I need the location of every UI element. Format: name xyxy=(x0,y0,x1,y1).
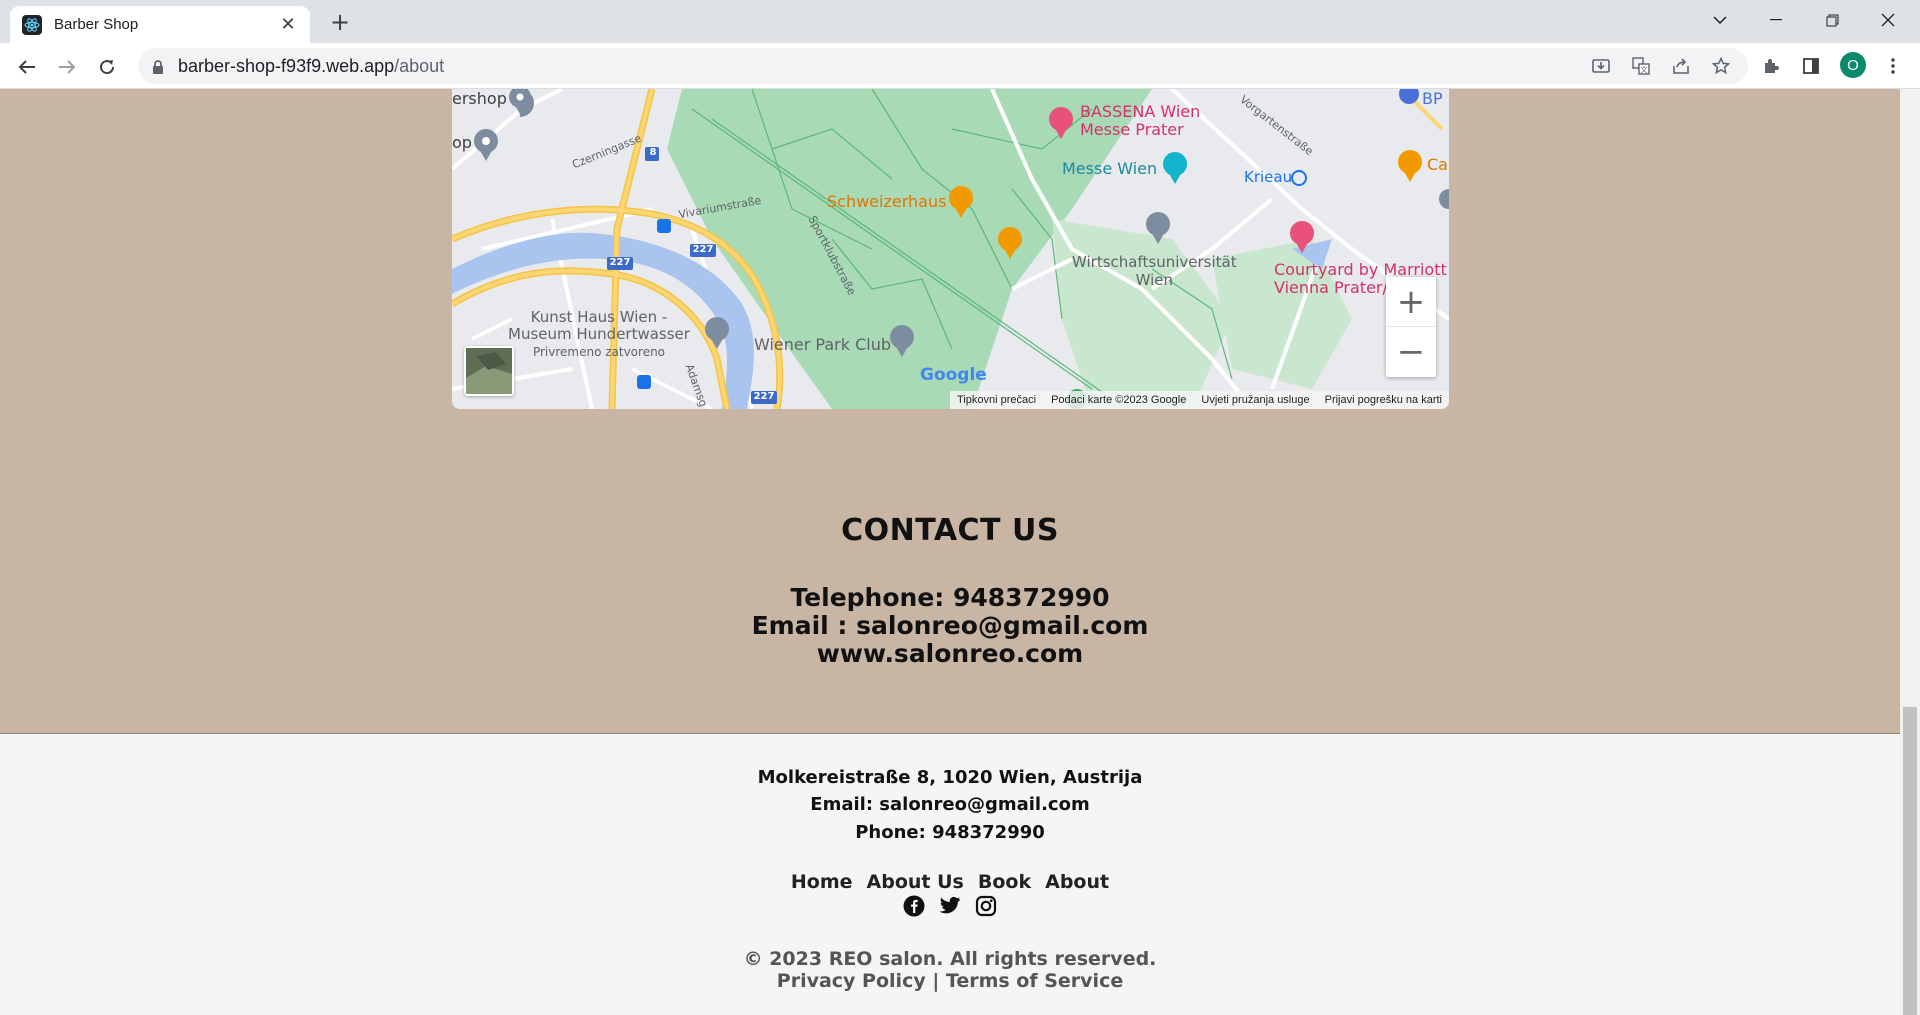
contact-section: ershop op BASSENA Wien Messe Prater Messe… xyxy=(0,89,1900,734)
map-label: Ca xyxy=(1427,155,1448,174)
restore-icon[interactable] xyxy=(1804,0,1860,40)
address-bar[interactable]: barber-shop-f93f9.web.app/about xyxy=(138,48,1748,84)
side-panel-icon[interactable] xyxy=(1798,53,1824,79)
satellite-toggle-button[interactable] xyxy=(464,346,514,396)
map-label: BP xyxy=(1422,89,1443,108)
footer-address: Molkereistraße 8, 1020 Wien, Austrija xyxy=(757,767,1143,788)
contact-email: Email : salonreo@gmail.com xyxy=(751,611,1149,640)
browser-toolbar: barber-shop-f93f9.web.app/about 文 xyxy=(0,43,1920,89)
map-label: 227 xyxy=(609,257,631,268)
bookmark-star-icon[interactable] xyxy=(1708,53,1734,79)
footer-link-book[interactable]: Book xyxy=(978,871,1031,893)
tab-title: Barber Shop xyxy=(54,16,139,33)
map-label: op xyxy=(452,133,472,152)
map-label: Sportklubstraße xyxy=(805,213,859,298)
forward-icon[interactable] xyxy=(52,52,82,82)
minimize-icon[interactable] xyxy=(1748,0,1804,40)
keyboard-shortcuts-link[interactable]: Tipkovni prečaci xyxy=(957,394,1036,406)
svg-text:文: 文 xyxy=(1641,65,1648,74)
twitter-icon[interactable] xyxy=(939,895,961,917)
scrollbar-thumb[interactable] xyxy=(1903,707,1917,1015)
map-label: Vorgartenstraße xyxy=(1237,92,1316,159)
tab-search-icon[interactable] xyxy=(1692,0,1748,40)
footer-phone: Phone: 948372990 xyxy=(855,822,1045,843)
share-icon[interactable] xyxy=(1668,53,1694,79)
react-icon xyxy=(22,14,42,35)
footer-social xyxy=(0,895,1900,917)
footer-link-about-us[interactable]: About Us xyxy=(867,871,964,893)
map-labels: ershop op BASSENA Wien Messe Prater Messe… xyxy=(452,89,1449,409)
map-label-bassena: BASSENA Wien Messe Prater xyxy=(1080,102,1201,139)
map-label: 227 xyxy=(753,391,775,402)
lock-icon[interactable] xyxy=(152,59,166,74)
map-label-schweizerhaus: Schweizerhaus xyxy=(827,192,947,211)
footer-link-about[interactable]: About xyxy=(1045,871,1109,893)
footer-link-home[interactable]: Home xyxy=(791,871,853,893)
map-data-text: Podaci karte ©2023 Google xyxy=(1051,394,1187,406)
close-window-icon[interactable] xyxy=(1860,0,1916,40)
instagram-icon[interactable] xyxy=(975,895,997,917)
map-label: 8 xyxy=(649,147,657,158)
page-viewport: ershop op BASSENA Wien Messe Prater Messe… xyxy=(0,89,1900,1015)
google-logo: Google xyxy=(920,365,987,385)
report-error-link[interactable]: Prijavi pogrešku na karti xyxy=(1325,394,1442,406)
zoom-control: + − xyxy=(1386,277,1436,377)
google-map[interactable]: ershop op BASSENA Wien Messe Prater Messe… xyxy=(452,89,1449,409)
back-icon[interactable] xyxy=(12,52,42,82)
footer-nav: Home About Us Book About xyxy=(0,871,1900,893)
map-label-wu: Wirtschaftsuniversität Wien xyxy=(1072,253,1237,289)
map-label: Adamsg xyxy=(682,362,710,409)
zoom-out-button[interactable]: − xyxy=(1386,327,1436,377)
reload-icon[interactable] xyxy=(92,52,122,82)
map-attribution: Tipkovni prečaci Podaci karte ©2023 Goog… xyxy=(949,391,1449,409)
map-label: 227 xyxy=(692,244,714,255)
facebook-icon[interactable] xyxy=(903,895,925,917)
zoom-in-button[interactable]: + xyxy=(1386,277,1436,327)
terms-link[interactable]: Uvjeti pružanja usluge xyxy=(1201,394,1309,406)
footer-copyright: © 2023 REO salon. All rights reserved. xyxy=(743,948,1157,970)
install-icon[interactable] xyxy=(1588,53,1614,79)
map-label-krieau: Krieau xyxy=(1244,168,1293,186)
contact-telephone: Telephone: 948372990 xyxy=(790,583,1110,612)
translate-icon[interactable]: 文 xyxy=(1628,53,1654,79)
new-tab-icon[interactable]: + xyxy=(325,8,355,36)
map-label-parkclub: Wiener Park Club xyxy=(754,335,891,354)
profile-avatar[interactable]: O xyxy=(1840,52,1866,78)
tab-barber-shop[interactable]: Barber Shop ✕ xyxy=(10,6,310,43)
map-label-kunsthaus: Kunst Haus Wien - Museum Hundertwasser Pri… xyxy=(508,308,690,360)
map-label: Vivariumstraße xyxy=(677,193,763,222)
tab-close-icon[interactable]: ✕ xyxy=(278,14,298,35)
map-label: Czerningasse xyxy=(570,131,644,172)
footer-policy-links[interactable]: Privacy Policy | Terms of Service xyxy=(0,970,1900,992)
tab-strip: Barber Shop ✕ + xyxy=(0,0,1920,43)
contact-website: www.salonreo.com xyxy=(816,639,1084,668)
map-label-messe: Messe Wien xyxy=(1062,159,1158,178)
contact-title: CONTACT US xyxy=(841,513,1059,548)
extensions-icon[interactable] xyxy=(1758,53,1784,79)
url-text: barber-shop-f93f9.web.app/about xyxy=(178,55,445,76)
menu-dots-icon[interactable] xyxy=(1880,53,1906,79)
map-label: ershop xyxy=(452,89,507,108)
footer-email: Email: salonreo@gmail.com xyxy=(810,794,1090,815)
